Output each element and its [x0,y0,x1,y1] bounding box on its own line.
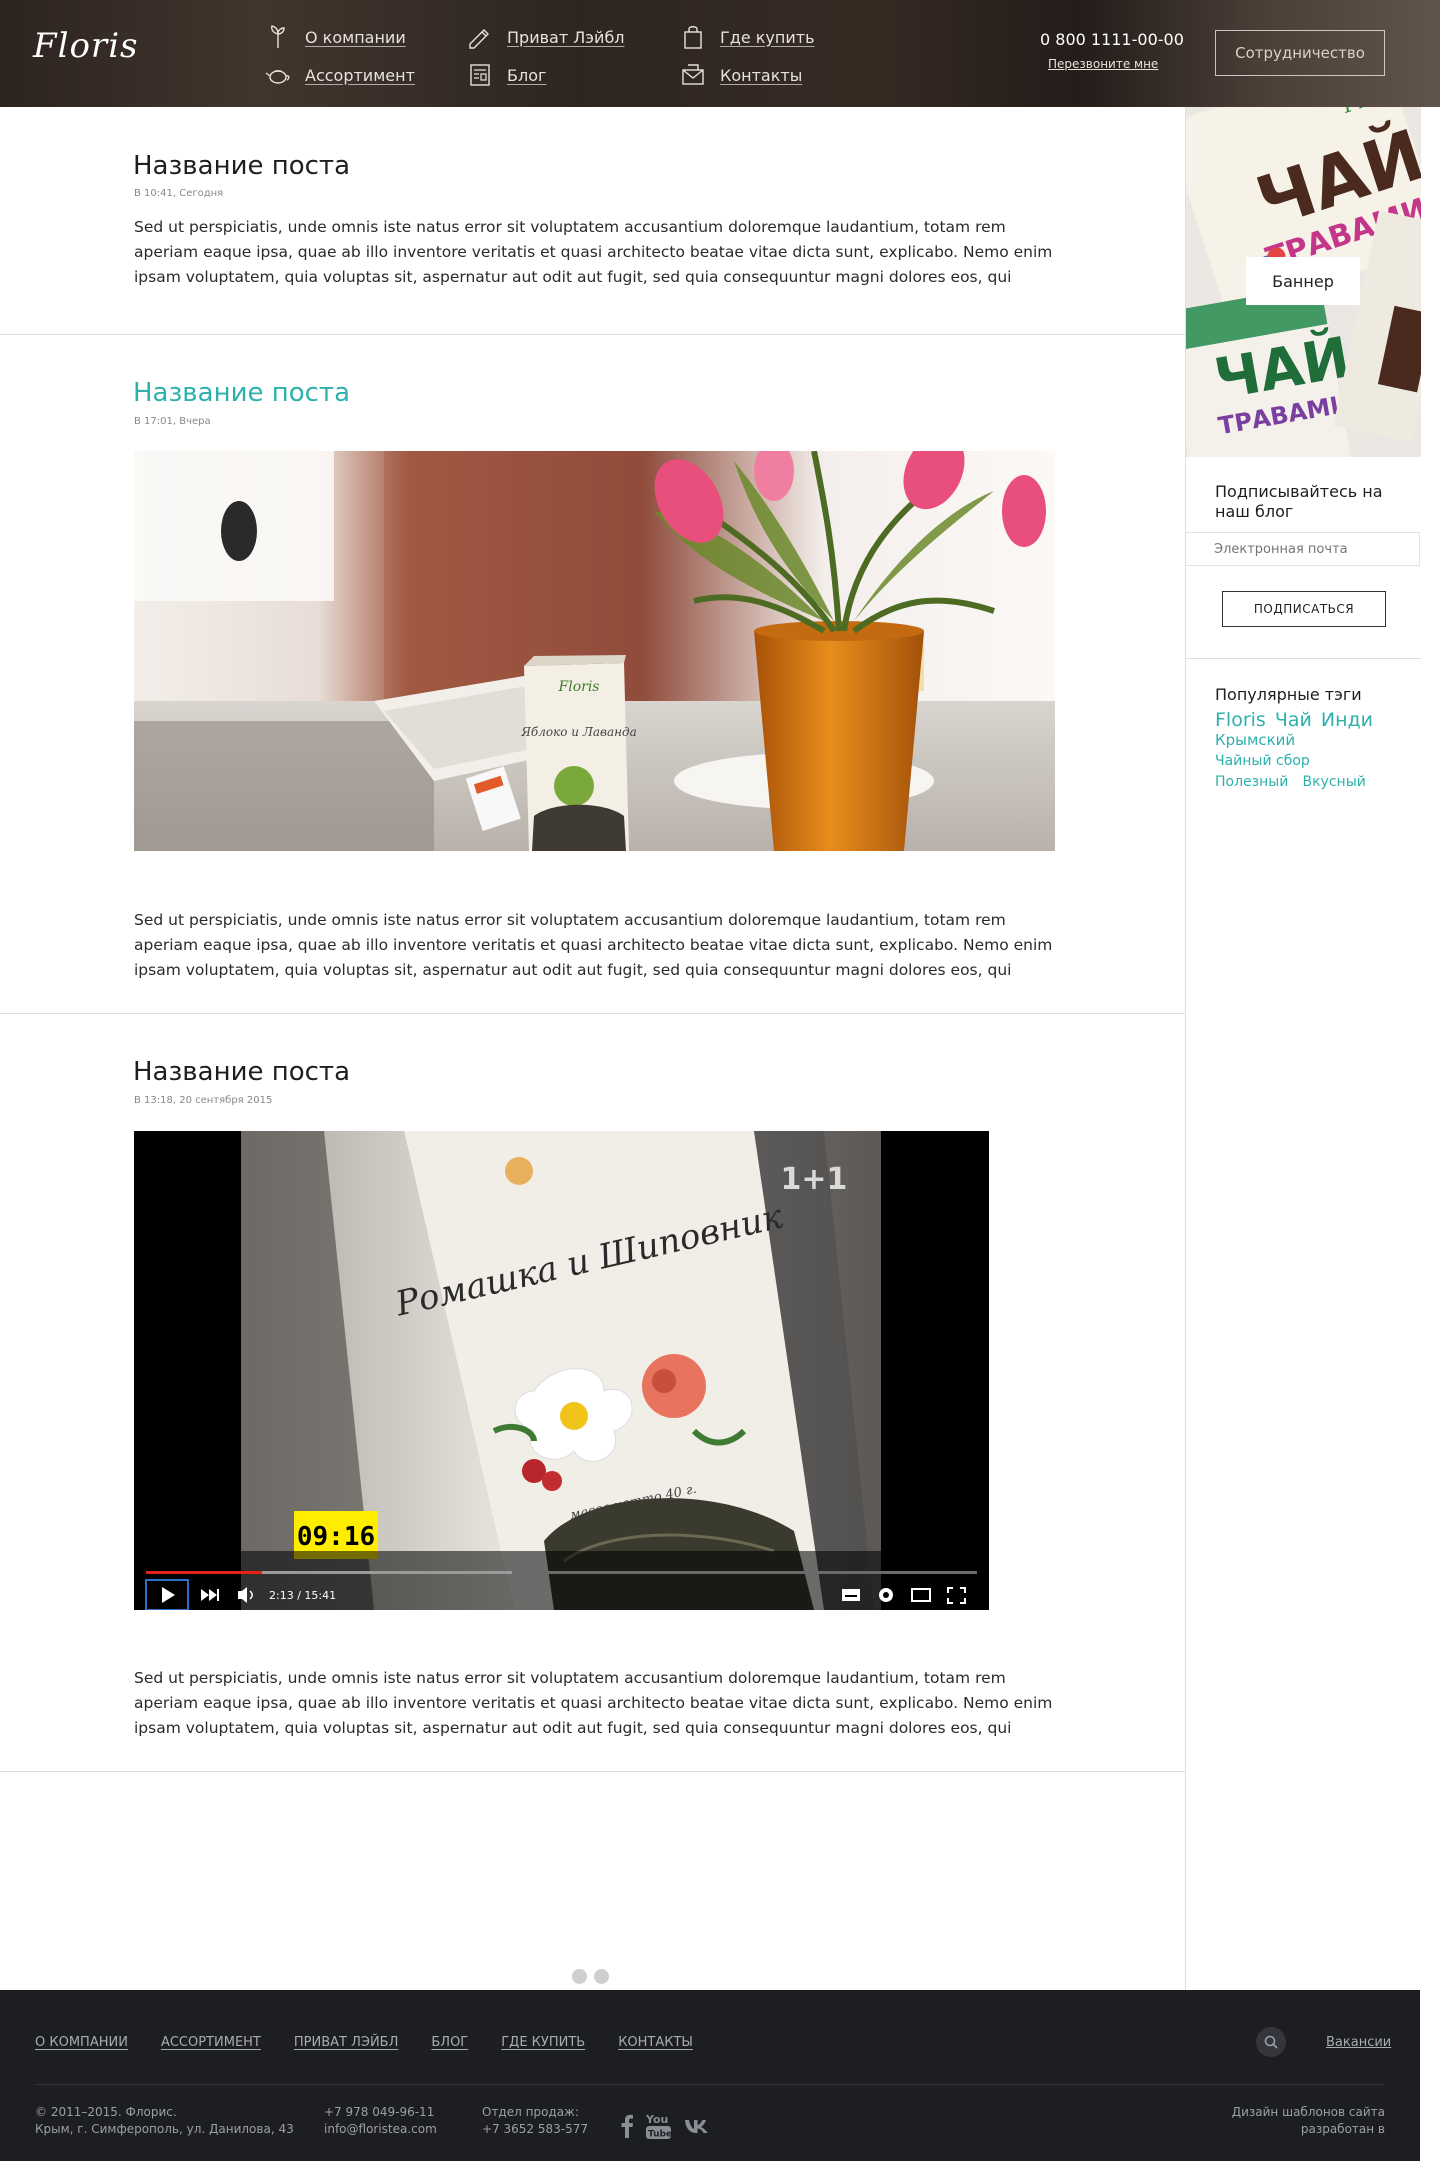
newspaper-icon [470,64,490,86]
blog-post: Название поста В 13:18, 20 сентября 2015… [0,1014,1185,1772]
tag-link[interactable]: Чайный сбор [1215,752,1310,771]
post-title[interactable]: Название поста [133,1057,350,1087]
address: Крым, г. Симферополь, ул. Данилова, 43 [35,2122,294,2136]
package-brand: Floris [558,679,600,695]
vacancies-link[interactable]: Вакансии [1326,2035,1391,2050]
footer-contacts: +7 978 049-96-11 info@floristea.com [324,2104,437,2138]
banner-label: Баннер [1246,257,1360,305]
site-header: Floris О компании Ассортимент Приват Лэй… [0,0,1440,107]
nav-item-where-to-buy[interactable]: Где купить [680,24,815,50]
progress-played [146,1571,262,1574]
mail-icon [682,64,704,85]
tea-package: Floris Яблоко и Лаванда [520,655,637,851]
post-title[interactable]: Название поста [133,378,350,408]
pencil-icon [469,29,489,49]
footer-sales: Отдел продаж: +7 3652 583-577 [482,2104,588,2138]
post-date: В 13:18, 20 сентября 2015 [134,1095,273,1106]
teapot-icon [265,70,290,84]
blog-feed: Название поста В 10:41, Сегодня Sed ut p… [0,107,1185,2006]
footer-nav-contacts[interactable]: КОНТАКТЫ [618,2035,693,2050]
copyright: © 2011–2015. Флорис. [35,2105,177,2119]
settings-icon[interactable] [879,1588,893,1602]
post-title[interactable]: Название поста [133,151,350,181]
footer-company-info: © 2011–2015. Флорис. Крым, г. Симферопол… [35,2104,294,2138]
video-time: 2:13 / 15:41 [269,1589,336,1602]
nav-label: Ассортимент [305,65,415,85]
subtitles-icon[interactable] [842,1589,860,1601]
blog-post: Название поста В 17:01, Вчера Floris Ябл… [0,335,1185,1014]
designer-credit[interactable]: Дизайн шаблонов сайта разработан в [1232,2104,1385,2138]
popular-tags-title: Популярные тэги [1215,685,1362,704]
nav-label: Блог [507,65,547,85]
footer-nav-assortment[interactable]: АССОРТИМЕНТ [161,2035,261,2050]
footer-nav-where-to-buy[interactable]: ГДЕ КУПИТЬ [501,2035,585,2050]
nav-item-assortment[interactable]: Ассортимент [265,62,415,88]
svg-text:You: You [646,2113,668,2126]
header-phone[interactable]: 0 800 1111-00-00 [1040,30,1184,49]
designer-credit-line2: разработан в [1300,2122,1385,2136]
email-field[interactable] [1186,532,1420,566]
clock-time: 09:16 [297,1522,375,1552]
footer-divider [35,2084,1385,2085]
sidebar-divider [1186,658,1421,659]
post-excerpt: Sed ut perspiciatis, unde omnis iste nat… [134,218,1053,286]
tea-still-life-image: Floris Яблоко и Лаванда [134,451,1055,851]
tag-cloud: Floris Чай Инди Крымский Чайный сбор Полезны… [1215,711,1400,792]
nav-item-contacts[interactable]: Контакты [680,62,802,88]
search-icon [1264,2035,1278,2049]
tag-link[interactable]: Чай [1275,711,1312,730]
nav-item-private-label[interactable]: Приват Лэйбл [467,24,625,50]
sales-phone[interactable]: +7 3652 583-577 [482,2121,588,2138]
tag-link[interactable]: Инди [1321,711,1373,730]
shopping-bag-icon [684,26,702,49]
social-links: You Tube [620,2112,712,2140]
footer-search-button[interactable] [1256,2027,1286,2057]
package-name: Яблоко и Лаванда [520,725,637,739]
nav-label: Приват Лэйбл [507,27,625,47]
leaf-icon [271,25,285,48]
channel-logo: 1+1 [781,1162,848,1197]
tag-link[interactable]: Крымский [1215,731,1295,750]
facebook-icon[interactable] [620,2114,634,2138]
footer-nav-private-label[interactable]: ПРИВАТ ЛЭЙБЛ [294,2035,399,2050]
tag-link[interactable]: Floris [1215,711,1266,730]
site-logo[interactable]: Floris [33,26,139,66]
svg-text:Tube: Tube [648,2130,672,2140]
subscribe-button[interactable]: ПОДПИСАТЬСЯ [1222,591,1386,627]
subscribe-title: Подписывайтесь на наш блог [1215,482,1383,521]
footer-nav-blog[interactable]: БЛОГ [431,2035,468,2050]
post-date: В 10:41, Сегодня [134,188,224,199]
sidebar-banner[interactable]: Floris ЧАЙ ТРАВАМИ ЧАЙ ТРАВАМИ Баннер [1186,107,1421,457]
nav-item-blog[interactable]: Блог [467,62,546,88]
tag-link[interactable]: Вкусный [1303,773,1366,792]
sales-label: Отдел продаж: [482,2105,579,2119]
site-footer: О КОМПАНИИ АССОРТИМЕНТ ПРИВАТ ЛЭЙБЛ БЛОГ… [0,1990,1420,2161]
post-excerpt: Sed ut perspiciatis, unde omnis iste nat… [134,1669,1053,1737]
callback-link[interactable]: Перезвоните мне [1048,57,1158,71]
youtube-icon[interactable]: You Tube [646,2112,672,2140]
nav-label: Где купить [720,27,815,47]
video-player[interactable]: 1+1 Ромашка и Шиповник масса нетто 40 г. [134,1131,989,1610]
vk-icon[interactable] [684,2118,712,2134]
video-frame: 1+1 Ромашка и Шиповник масса нетто 40 г. [134,1131,989,1610]
cooperation-button[interactable]: Сотрудничество [1215,30,1385,76]
sidebar: Floris ЧАЙ ТРАВАМИ ЧАЙ ТРАВАМИ Баннер По… [1185,107,1421,1990]
footer-nav: О КОМПАНИИ АССОРТИМЕНТ ПРИВАТ ЛЭЙБЛ БЛОГ… [35,2035,693,2050]
nav-label: Контакты [720,65,803,85]
post-photo[interactable]: Floris Яблоко и Лаванда [134,451,1055,851]
footer-nav-about[interactable]: О КОМПАНИИ [35,2035,128,2050]
nav-item-about[interactable]: О компании [265,24,406,50]
post-excerpt: Sed ut perspiciatis, unde omnis iste nat… [134,911,1053,979]
blog-post: Название поста В 10:41, Сегодня Sed ut p… [0,107,1185,335]
tag-link[interactable]: Полезный [1215,773,1288,792]
post-date: В 17:01, Вчера [134,416,211,427]
nav-label: О компании [305,27,406,47]
designer-credit-line1: Дизайн шаблонов сайта [1231,2105,1385,2119]
footer-phone[interactable]: +7 978 049-96-11 [324,2104,437,2121]
footer-email[interactable]: info@floristea.com [324,2121,437,2138]
